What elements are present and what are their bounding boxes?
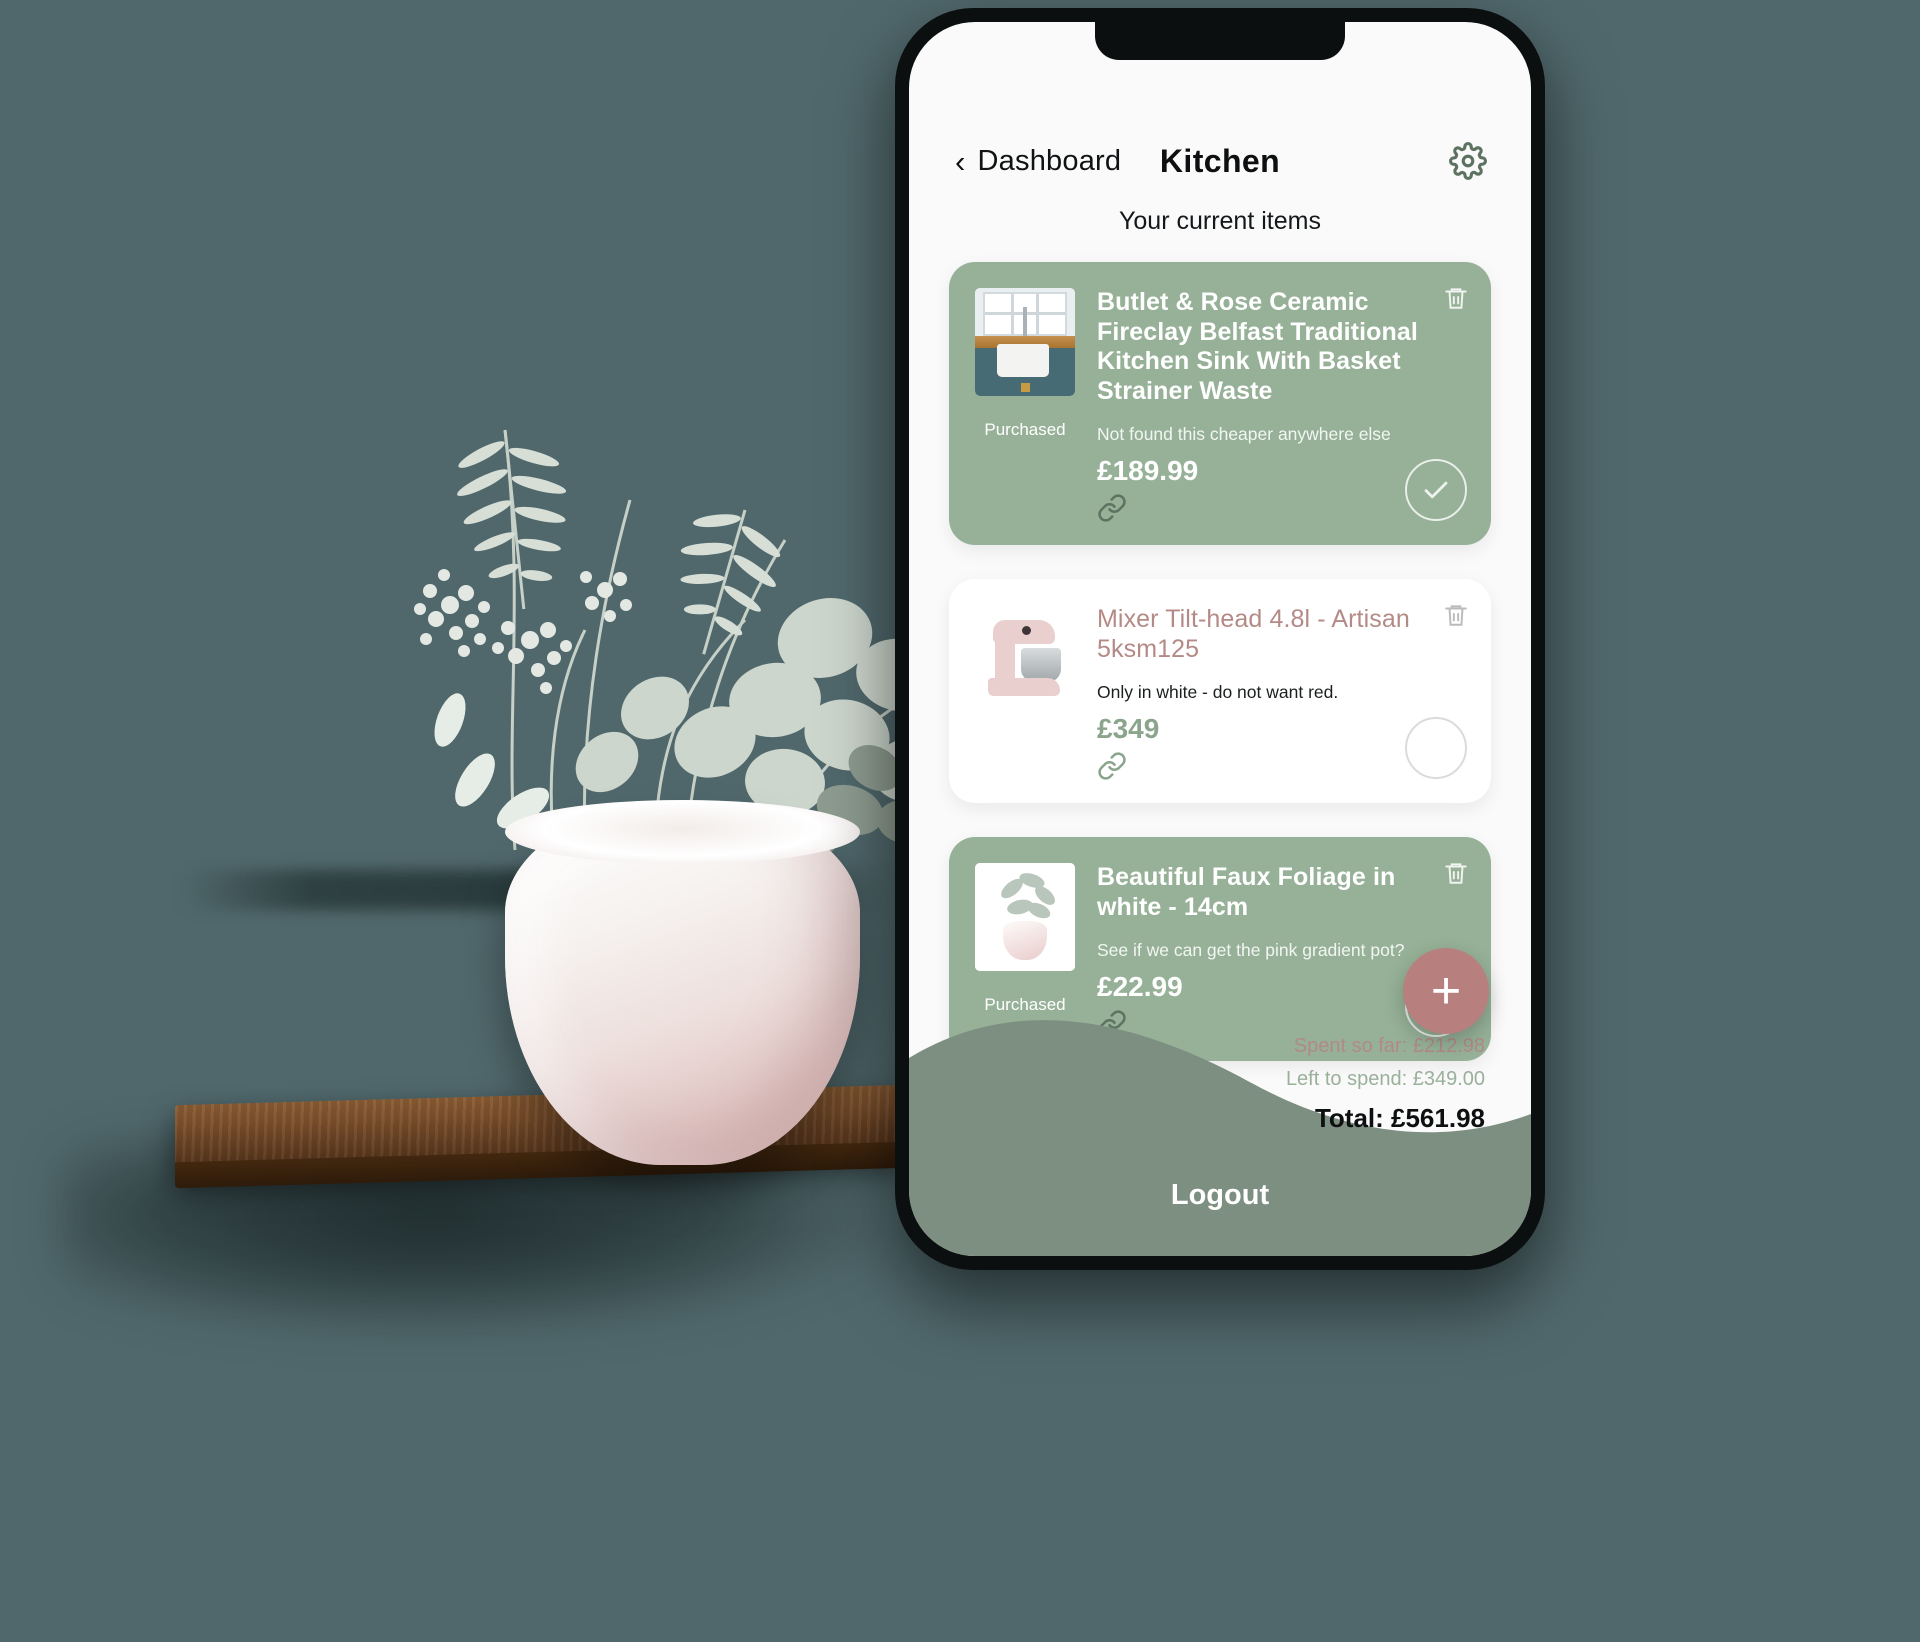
item-thumb-column: Purchased	[971, 288, 1079, 523]
item-title: Butlet & Rose Ceramic Fireclay Belfast T…	[1097, 288, 1418, 405]
check-icon	[1424, 481, 1448, 499]
plus-icon: +	[1430, 962, 1462, 1020]
trash-icon	[1445, 605, 1467, 626]
settings-button[interactable]	[1449, 142, 1487, 180]
delete-item-button[interactable]	[1443, 859, 1469, 892]
purchased-label: Purchased	[984, 420, 1066, 439]
delete-item-button[interactable]	[1443, 601, 1469, 634]
phone-screen: ‹ Dashboard Kitchen Your current items P…	[909, 22, 1531, 1256]
item-note: Only in white - do not want red.	[1097, 682, 1339, 702]
gear-icon	[1449, 142, 1487, 180]
item-title: Beautiful Faux Foliage in white - 14cm	[1097, 863, 1396, 921]
back-to-dashboard-button[interactable]: ‹ Dashboard	[955, 145, 1121, 178]
add-item-button[interactable]: +	[1403, 948, 1489, 1034]
mark-purchased-toggle[interactable]	[1405, 459, 1467, 521]
logout-button[interactable]: Logout	[909, 1179, 1531, 1212]
chevron-left-icon: ‹	[955, 143, 966, 179]
link-icon	[1098, 752, 1126, 780]
mark-purchased-toggle[interactable]	[1405, 717, 1467, 779]
total-amount: Total: £561.98	[1314, 1103, 1485, 1133]
item-note: Not found this cheaper anywhere else	[1097, 424, 1391, 444]
trash-icon	[1445, 288, 1467, 309]
hero-product-photo	[0, 0, 1000, 1642]
list-item[interactable]: Mixer Tilt-head 4.8l - Artisan 5ksm125 O…	[949, 579, 1491, 803]
pot-rim	[505, 800, 860, 864]
link-icon	[1098, 494, 1126, 522]
faux-foliage-thumbnail	[975, 863, 1075, 971]
list-item[interactable]: Purchased Butlet & Rose Ceramic Fireclay…	[949, 262, 1491, 545]
back-button-label: Dashboard	[977, 144, 1122, 177]
spent-so-far: Spent so far: £212.98	[1293, 1035, 1485, 1057]
left-to-spend: Left to spend: £349.00	[1285, 1068, 1485, 1090]
delete-item-button[interactable]	[1443, 284, 1469, 317]
trash-icon	[1445, 863, 1467, 884]
stand-mixer-thumbnail	[975, 605, 1075, 713]
item-note: See if we can get the pink gradient pot?	[1097, 940, 1405, 960]
item-title: Mixer Tilt-head 4.8l - Artisan 5ksm125	[1097, 605, 1410, 663]
item-thumb-column	[971, 605, 1079, 781]
app-header: ‹ Dashboard Kitchen	[909, 126, 1531, 196]
phone-notch	[1095, 22, 1345, 60]
list-subtitle: Your current items	[1119, 207, 1321, 235]
phone-mockup: ‹ Dashboard Kitchen Your current items P…	[895, 8, 1545, 1270]
kitchen-sink-thumbnail	[975, 288, 1075, 396]
totals-summary: Spent so far: £212.98 Left to spend: £34…	[1286, 1035, 1485, 1134]
